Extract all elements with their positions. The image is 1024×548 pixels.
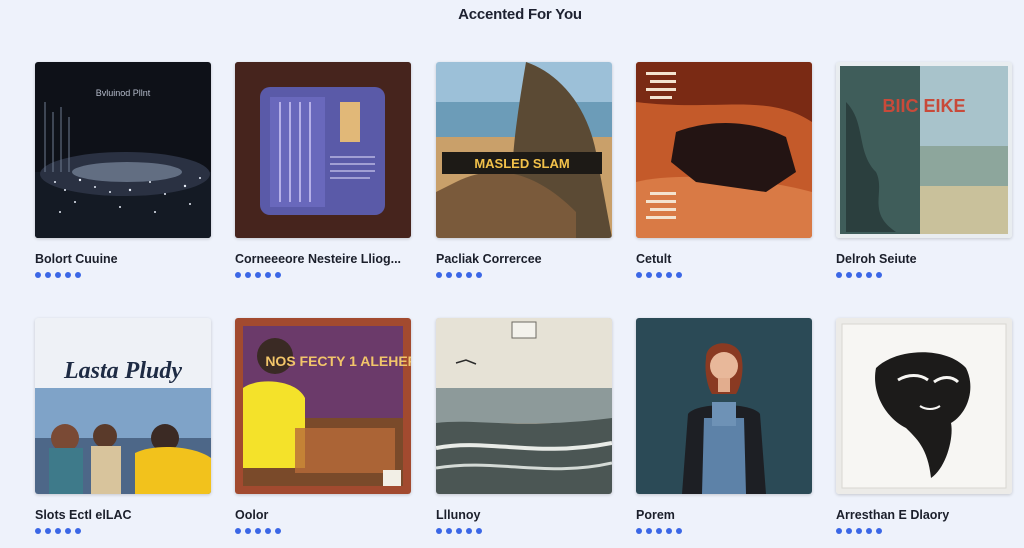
- page-title: Accented For You: [458, 6, 582, 23]
- rating-dot: [45, 528, 51, 534]
- rating-dot: [836, 528, 842, 534]
- rating-dot: [456, 528, 462, 534]
- rating-dots: [35, 272, 211, 281]
- rating-dot: [275, 272, 281, 278]
- rating-dot: [876, 528, 882, 534]
- album-cover[interactable]: Lasta Pludy: [35, 318, 211, 494]
- rating-dot: [436, 272, 442, 278]
- rating-dot: [235, 272, 241, 278]
- rating-dot: [866, 272, 872, 278]
- album-cover[interactable]: [436, 318, 612, 494]
- rating-dot: [466, 528, 472, 534]
- rating-dots: [636, 528, 812, 537]
- album-title[interactable]: Arresthan E Dlaory: [836, 508, 1012, 522]
- rating-dot: [676, 528, 682, 534]
- album-card[interactable]: Arresthan E Dlaory: [836, 318, 1012, 537]
- album-title[interactable]: Delroh Seiute: [836, 252, 1012, 266]
- rating-dot: [75, 528, 81, 534]
- cover-text: Bvluinod Pllnt: [96, 88, 151, 98]
- rating-dots: [235, 528, 411, 537]
- rating-dot: [866, 528, 872, 534]
- rating-dot: [856, 272, 862, 278]
- rating-dots: [836, 528, 1012, 537]
- rating-dot: [265, 528, 271, 534]
- album-card[interactable]: MASLED SLAM Pacliak Corrercee: [436, 62, 612, 281]
- album-title[interactable]: Oolor: [235, 508, 411, 522]
- rating-dot: [456, 272, 462, 278]
- rating-dots: [636, 272, 812, 281]
- cover-text: BIIC EIKE: [882, 96, 965, 116]
- rating-dot: [265, 272, 271, 278]
- cover-text: Lasta Pludy: [63, 358, 182, 384]
- album-title[interactable]: Porem: [636, 508, 812, 522]
- album-card[interactable]: BIIC EIKE Delroh Seiute: [836, 62, 1012, 281]
- rating-dot: [446, 272, 452, 278]
- rating-dot: [35, 272, 41, 278]
- rating-dot: [255, 528, 261, 534]
- rating-dot: [35, 528, 41, 534]
- rating-dot: [846, 528, 852, 534]
- rating-dot: [846, 272, 852, 278]
- album-card[interactable]: Corneeeore Nesteire Lliog...: [235, 62, 411, 281]
- rating-dot: [235, 528, 241, 534]
- rating-dots: [436, 272, 612, 281]
- album-title[interactable]: Cetult: [636, 252, 812, 266]
- album-card[interactable]: Bvluinod Pllnt Bolort Cuuine: [35, 62, 211, 281]
- rating-dot: [446, 528, 452, 534]
- rating-dots: [35, 528, 211, 537]
- album-cover[interactable]: [235, 62, 411, 238]
- rating-dot: [476, 272, 482, 278]
- album-card[interactable]: Porem: [636, 318, 812, 537]
- rating-dot: [55, 272, 61, 278]
- album-card[interactable]: NOS FECTY 1 ALEHERG Oolor: [235, 318, 411, 537]
- rating-dot: [666, 528, 672, 534]
- rating-dot: [836, 272, 842, 278]
- rating-dot: [245, 528, 251, 534]
- cover-text: MASLED SLAM: [474, 156, 569, 171]
- rating-dots: [836, 272, 1012, 281]
- album-cover[interactable]: [636, 62, 812, 238]
- rating-dot: [245, 272, 251, 278]
- rating-dot: [275, 528, 281, 534]
- album-title[interactable]: Corneeeore Nesteire Lliog...: [235, 252, 411, 266]
- album-cover[interactable]: Bvluinod Pllnt: [35, 62, 211, 238]
- rating-dot: [646, 272, 652, 278]
- rating-dot: [876, 272, 882, 278]
- album-cover[interactable]: [636, 318, 812, 494]
- rating-dot: [656, 272, 662, 278]
- rating-dot: [436, 528, 442, 534]
- rating-dot: [636, 272, 642, 278]
- rating-dot: [476, 528, 482, 534]
- rating-dot: [65, 272, 71, 278]
- rating-dots: [436, 528, 612, 537]
- rating-dot: [676, 272, 682, 278]
- rating-dot: [75, 272, 81, 278]
- album-card[interactable]: Lllunoy: [436, 318, 612, 537]
- album-cover[interactable]: MASLED SLAM: [436, 62, 612, 238]
- rating-dot: [65, 528, 71, 534]
- album-cover[interactable]: BIIC EIKE: [836, 62, 1012, 238]
- album-title[interactable]: Lllunoy: [436, 508, 612, 522]
- rating-dots: [235, 272, 411, 281]
- rating-dot: [45, 272, 51, 278]
- rating-dot: [466, 272, 472, 278]
- album-title[interactable]: Slots Ectl elLAC: [35, 508, 211, 522]
- rating-dot: [856, 528, 862, 534]
- rating-dot: [666, 272, 672, 278]
- album-title[interactable]: Pacliak Corrercee: [436, 252, 612, 266]
- rating-dot: [646, 528, 652, 534]
- rating-dot: [656, 528, 662, 534]
- album-cover[interactable]: NOS FECTY 1 ALEHERG: [235, 318, 411, 494]
- album-card[interactable]: Cetult: [636, 62, 812, 281]
- rating-dot: [255, 272, 261, 278]
- album-card[interactable]: Lasta Pludy Slots Ectl elLAC: [35, 318, 211, 537]
- album-title[interactable]: Bolort Cuuine: [35, 252, 211, 266]
- album-cover[interactable]: [836, 318, 1012, 494]
- rating-dot: [55, 528, 61, 534]
- cover-text: NOS FECTY 1 ALEHERG: [265, 353, 411, 369]
- rating-dot: [636, 528, 642, 534]
